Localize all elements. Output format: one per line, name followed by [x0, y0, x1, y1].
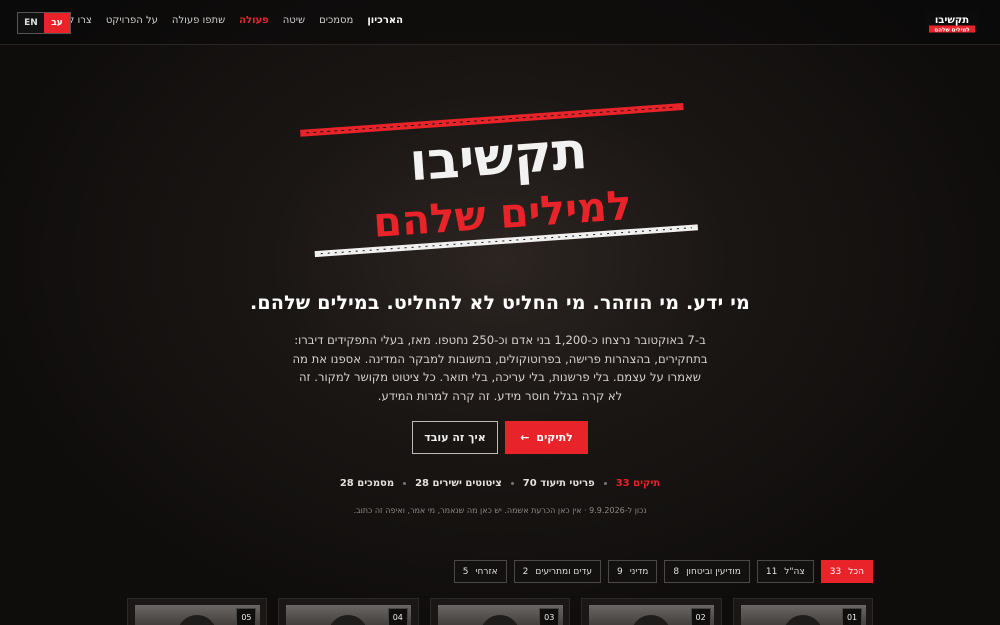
case-card[interactable]: 04	[278, 598, 419, 625]
nav-item-method[interactable]: שיטה	[283, 15, 305, 26]
stat-separator	[403, 482, 407, 485]
filter-count: 8	[673, 566, 680, 577]
filter-label: צה"ל	[784, 566, 805, 577]
filter-label: הכל	[848, 566, 864, 577]
to-cases-label: לתיקים	[536, 431, 573, 444]
stat-quotes: 28 ציטוטים ישירים	[415, 478, 502, 489]
case-number-badge: 03	[539, 608, 560, 625]
case-number-badge: 01	[842, 608, 863, 625]
hero-tagline: מי ידע. מי הוזהר. מי החליט לא להחליט. במ…	[250, 292, 750, 314]
site-logo[interactable]: תקשיבו למילים שלהם	[926, 12, 978, 34]
filter-idf[interactable]: צה"ל 11	[756, 560, 814, 583]
stat-documents: 28 מסמכים	[339, 478, 395, 489]
logo-top-text: תקשיבו	[935, 15, 969, 26]
stats-bar: 33 תיקים 70 פריטי תיעוד 28 ציטוטים ישירי…	[0, 478, 1000, 489]
category-filters: הכל 33 צה"ל 11 מודיעין וביטחון 8 מדיני 9…	[453, 560, 873, 583]
stat-separator	[603, 482, 607, 485]
filter-witnesses[interactable]: עדים ומתריעים 2	[513, 560, 601, 583]
stat-separator	[510, 482, 514, 485]
hero-title-line1: תקשיבו	[408, 121, 590, 193]
nav-item-about[interactable]: על הפרויקט	[106, 15, 158, 26]
filter-intelligence[interactable]: מודיעין וביטחון 8	[664, 560, 750, 583]
case-number-badge: 04	[387, 608, 408, 625]
filter-political[interactable]: מדיני 9	[607, 560, 658, 583]
filter-count: 2	[522, 566, 529, 577]
filter-label: אזרחי	[475, 566, 498, 577]
arrow-left-icon: ←	[520, 431, 530, 444]
hero-title-stamp: תקשיבו למילים שלהם	[300, 103, 699, 258]
to-cases-button[interactable]: לתיקים ←	[505, 421, 588, 454]
hero-description: ב-7 באוקטובר נרצחו כ-1,200 בני אדם וכ-25…	[292, 333, 708, 403]
stat-documentation: 70 פריטי תיעוד	[522, 478, 595, 489]
case-number-badge: 05	[236, 608, 257, 625]
lang-en-button[interactable]: EN	[18, 13, 44, 33]
language-switcher: EN עב	[17, 12, 71, 34]
logo-bottom-text: למילים שלהם	[934, 27, 969, 33]
filter-label: מדיני	[629, 566, 649, 577]
how-it-works-label: איך זה עובד	[424, 431, 486, 444]
top-navigation-bar: תקשיבו למילים שלהם הארכיון מסמכים שיטה פ…	[0, 0, 1000, 45]
nav-item-collaborate[interactable]: שתפו פעולה	[172, 15, 225, 26]
filter-all[interactable]: הכל 33	[820, 560, 873, 583]
filter-civil[interactable]: אזרחי 5	[453, 560, 507, 583]
filter-label: עדים ומתריעים	[535, 566, 592, 577]
case-number-badge: 02	[690, 608, 711, 625]
case-card[interactable]: 05	[127, 598, 268, 625]
stat-cases: 33 תיקים	[615, 478, 661, 489]
main-nav: הארכיון מסמכים שיטה פעולה שתפו פעולה על …	[55, 15, 404, 26]
filter-label: מודיעין וביטחון	[686, 566, 741, 577]
filter-count: 5	[462, 566, 469, 577]
filter-count: 9	[616, 566, 623, 577]
nav-item-archive[interactable]: הארכיון	[367, 15, 403, 26]
filter-count: 11	[765, 566, 778, 577]
lang-he-button[interactable]: עב	[44, 13, 70, 33]
updated-note: נכון ל-9.9.2026 · אין כאן הכרעת אשמה. יש…	[353, 506, 647, 515]
case-card[interactable]: 01	[732, 598, 874, 625]
filter-count: 33	[829, 566, 842, 577]
case-card[interactable]: 02	[581, 598, 722, 625]
nav-item-action[interactable]: פעולה	[239, 15, 269, 26]
how-it-works-button[interactable]: איך זה עובד	[412, 421, 498, 454]
case-cards-grid: 05 04 03 02 01	[127, 598, 874, 625]
nav-item-documents[interactable]: מסמכים	[319, 15, 353, 26]
case-card[interactable]: 03	[429, 598, 571, 625]
